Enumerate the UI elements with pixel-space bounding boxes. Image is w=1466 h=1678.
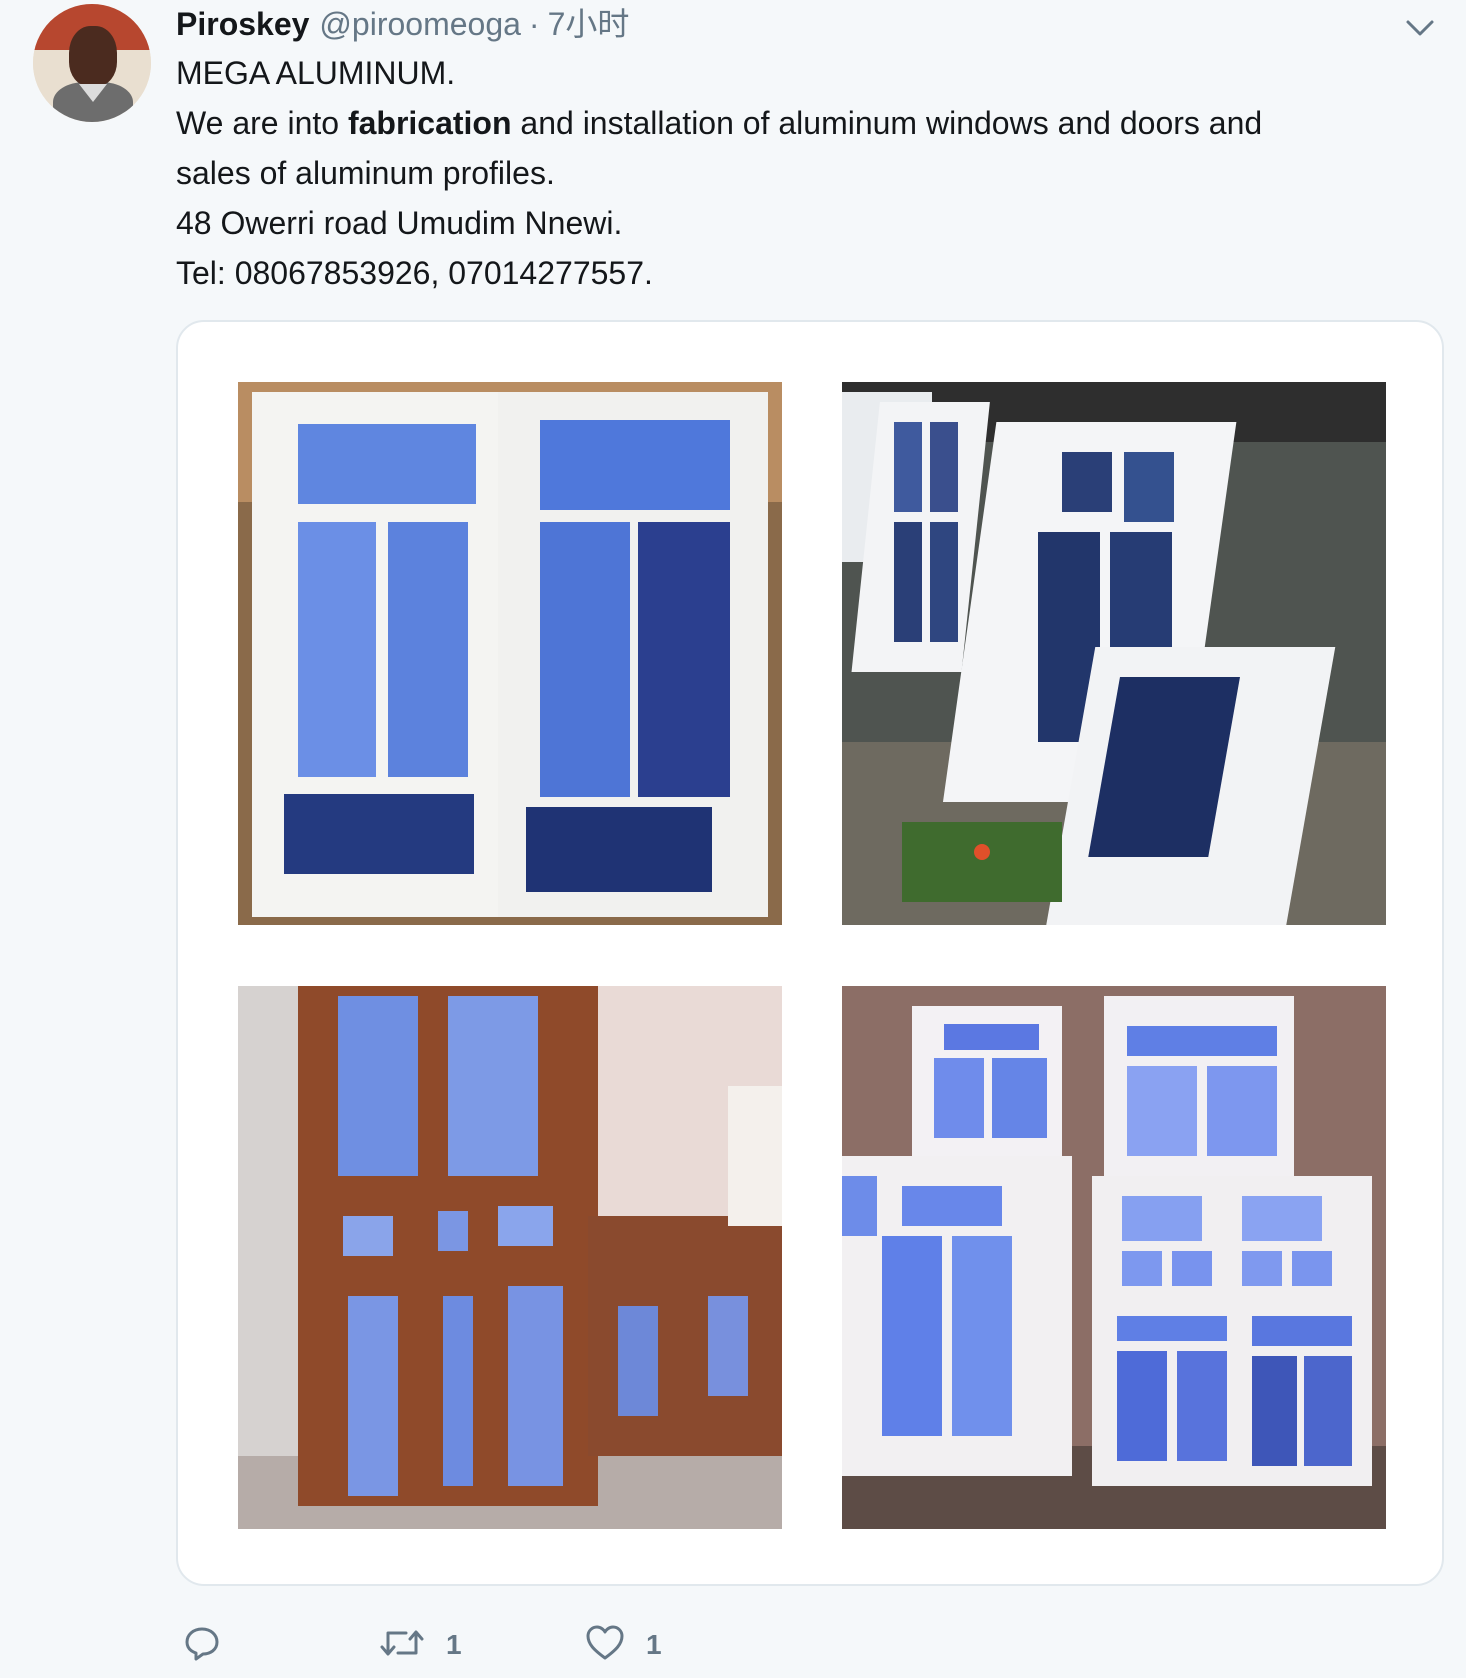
tweet-line: Tel: 08067853926, 07014277557.: [176, 255, 653, 291]
photo-stacked-windows[interactable]: [842, 382, 1386, 925]
timestamp[interactable]: 7小时: [548, 4, 630, 44]
tweet-header: Piroskey @piroomeoga · 7小时: [176, 4, 629, 44]
retweet-count: 1: [446, 1629, 462, 1660]
tweet-line: 48 Owerri road Umudim Nnewi.: [176, 205, 623, 241]
photo-white-windows[interactable]: [238, 382, 782, 925]
display-name[interactable]: Piroskey: [176, 4, 309, 44]
tweet-text: MEGA ALUMINUM. We are into fabrication a…: [176, 48, 1426, 298]
photo-brown-windows[interactable]: [238, 986, 782, 1529]
media-grid: [176, 320, 1444, 1586]
tweet-line-part: We are into: [176, 105, 348, 141]
like-button[interactable]: 1: [584, 1620, 662, 1670]
chevron-down-icon[interactable]: [1400, 8, 1440, 48]
reply-button[interactable]: [182, 1620, 242, 1670]
reply-icon: [182, 1623, 222, 1668]
tweet-line: sales of aluminum profiles.: [176, 155, 555, 191]
tweet-actions: 1 1: [176, 1620, 876, 1670]
user-handle[interactable]: @piroomeoga: [319, 4, 520, 44]
separator-dot: ·: [528, 6, 540, 42]
tweet-line: We are into fabrication and installation…: [176, 98, 1426, 148]
heart-icon: [584, 1623, 626, 1668]
retweet-button[interactable]: 1: [378, 1620, 462, 1670]
tweet-line-part: and installation of aluminum windows and…: [511, 105, 1263, 141]
tweet-bold-word: fabrication: [347, 105, 512, 141]
tweet[interactable]: Piroskey @piroomeoga · 7小时 MEGA ALUMINUM…: [0, 0, 1466, 1678]
photo-white-windows-stack[interactable]: [842, 986, 1386, 1529]
avatar[interactable]: [33, 4, 151, 122]
like-count: 1: [646, 1629, 662, 1660]
retweet-icon: [378, 1623, 426, 1668]
tweet-line: MEGA ALUMINUM.: [176, 55, 456, 91]
